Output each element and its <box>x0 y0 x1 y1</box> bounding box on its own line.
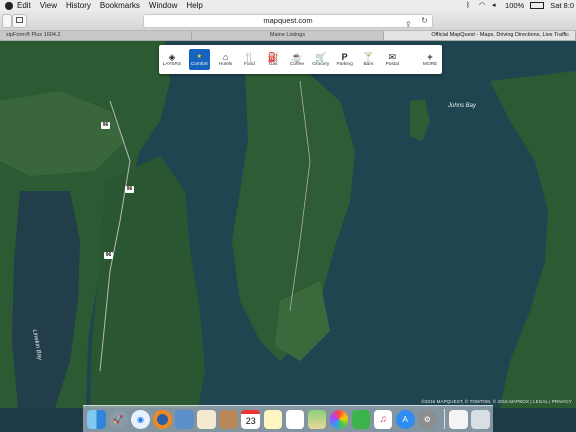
clock[interactable]: Sat 8:0 <box>550 1 574 10</box>
browser-toolbar: mapquest.com ↻ ⇪ <box>0 11 576 31</box>
layers-button[interactable]: ◈ LAYERS <box>159 46 185 73</box>
coffee-label: Coffee <box>289 62 304 67</box>
plus-icon: + <box>427 52 433 62</box>
parking-button[interactable]: P Parking <box>333 46 357 73</box>
menu-help[interactable]: Help <box>186 1 202 10</box>
comfort-inn-button[interactable]: ★ Comfort <box>188 49 210 70</box>
apple-menu-icon[interactable] <box>5 1 13 10</box>
bar-icon: 🍸 <box>362 52 375 62</box>
reload-icon[interactable]: ↻ <box>420 16 429 25</box>
battery-percent: 100% <box>505 1 525 10</box>
grocery-icon: 🛒 <box>315 52 327 62</box>
reminders-icon[interactable] <box>285 409 305 429</box>
menu-history[interactable]: History <box>66 1 91 10</box>
system-preferences-icon[interactable]: ⚙ <box>417 409 437 429</box>
contacts-icon[interactable] <box>219 409 239 429</box>
address-text: mapquest.com <box>263 16 313 25</box>
layers-label: LAYERS <box>162 62 182 67</box>
bars-label: Bars <box>363 62 374 67</box>
more-label: MORE <box>422 62 438 67</box>
document-icon[interactable] <box>448 409 468 429</box>
grocery-label: Grocery <box>312 62 330 67</box>
parking-icon: P <box>341 52 348 62</box>
layers-icon: ◈ <box>168 52 176 62</box>
share-button[interactable]: ⇪ <box>405 14 417 29</box>
menu-edit[interactable]: Edit <box>17 1 31 10</box>
menu-bookmarks[interactable]: Bookmarks <box>100 1 140 10</box>
dock-separator <box>444 409 445 429</box>
postal-label: Postal <box>385 62 399 67</box>
route-shield-96-south: 96 <box>104 252 113 259</box>
johns-bay-label: Johns Bay <box>448 103 477 109</box>
menu-bar: Edit View History Bookmarks Window Help … <box>0 0 576 11</box>
hotels-label: Hotels <box>218 62 233 67</box>
battery-icon[interactable] <box>530 2 545 9</box>
hotels-button[interactable]: ⌂ Hotels <box>214 46 238 73</box>
volume-icon[interactable]: ◂ <box>492 2 499 9</box>
food-label: Food <box>243 62 255 67</box>
facetime-icon[interactable] <box>351 409 371 429</box>
coffee-icon: ☕ <box>291 52 303 62</box>
tab-mapquest[interactable]: Official MapQuest - Maps, Driving Direct… <box>384 31 576 40</box>
grocery-button[interactable]: 🛒 Grocery <box>309 46 333 73</box>
calendar-icon[interactable]: 23 <box>241 409 261 429</box>
notes-icon[interactable] <box>263 409 283 429</box>
map-imagery <box>0 41 576 408</box>
parking-label: Parking <box>336 62 353 67</box>
satellite-map[interactable]: 96 96 96 Johns Bay Linekin Bay ©2016 MAP… <box>0 41 576 408</box>
bars-button[interactable]: 🍸 Bars <box>357 46 381 73</box>
postal-button[interactable]: ✉ Postal <box>380 46 404 73</box>
food-button[interactable]: 🍴 Food <box>237 46 261 73</box>
bluetooth-icon[interactable]: ᛒ <box>466 2 473 9</box>
coffee-button[interactable]: ☕ Coffee <box>285 46 309 73</box>
tab-zipform[interactable]: zipForm® Plus 1604.2 <box>0 31 192 40</box>
preview-icon[interactable] <box>175 409 194 429</box>
comfort-inn-label: Comfort <box>190 62 208 67</box>
comfort-inn-logo: ★ <box>196 54 202 60</box>
menu-window[interactable]: Window <box>149 1 177 10</box>
share-icon: ⇪ <box>405 20 412 29</box>
sidebar-icon <box>16 17 23 23</box>
tab-bar: zipForm® Plus 1604.2 Maine Listings Offi… <box>0 31 576 41</box>
food-icon: 🍴 <box>243 52 255 62</box>
gas-icon: ⛽ <box>267 52 279 62</box>
trash-icon[interactable] <box>471 409 490 429</box>
textedit-icon[interactable] <box>197 409 216 429</box>
route-shield-96-north: 96 <box>101 122 110 129</box>
firefox-icon[interactable] <box>153 409 172 429</box>
launchpad-icon[interactable]: 🚀 <box>109 409 128 429</box>
safari-icon[interactable]: ◉ <box>131 409 150 429</box>
hotel-icon: ⌂ <box>222 52 229 62</box>
address-bar[interactable]: mapquest.com ↻ <box>143 14 433 28</box>
map-attribution[interactable]: ©2016 MAPQUEST, © TOMTOM, © 2015 MAPBOX … <box>421 399 572 404</box>
maps-icon[interactable] <box>307 409 327 429</box>
gas-button[interactable]: ⛽ Gas <box>261 46 285 73</box>
app-store-icon[interactable]: A <box>395 409 415 429</box>
menu-view[interactable]: View <box>40 1 57 10</box>
finder-icon[interactable] <box>87 409 106 429</box>
back-button[interactable] <box>2 14 12 28</box>
calendar-day: 23 <box>245 416 256 426</box>
photos-icon[interactable] <box>329 409 349 429</box>
itunes-icon[interactable]: ♫ <box>373 409 393 429</box>
postal-icon: ✉ <box>388 52 396 62</box>
sidebar-button[interactable] <box>12 14 27 28</box>
tab-maine-listings[interactable]: Maine Listings <box>192 31 384 40</box>
gas-label: Gas <box>268 62 278 67</box>
more-button[interactable]: + MORE <box>418 46 442 73</box>
category-toolbar: ◈ LAYERS ★ Comfort ⌂ Hotels 🍴 Food ⛽ Gas… <box>159 45 442 74</box>
dock: 🚀 ◉ 23 ♫ A ⚙ <box>83 405 493 432</box>
wifi-icon[interactable]: ◠ <box>479 2 486 9</box>
route-shield-96-middle: 96 <box>125 186 134 193</box>
